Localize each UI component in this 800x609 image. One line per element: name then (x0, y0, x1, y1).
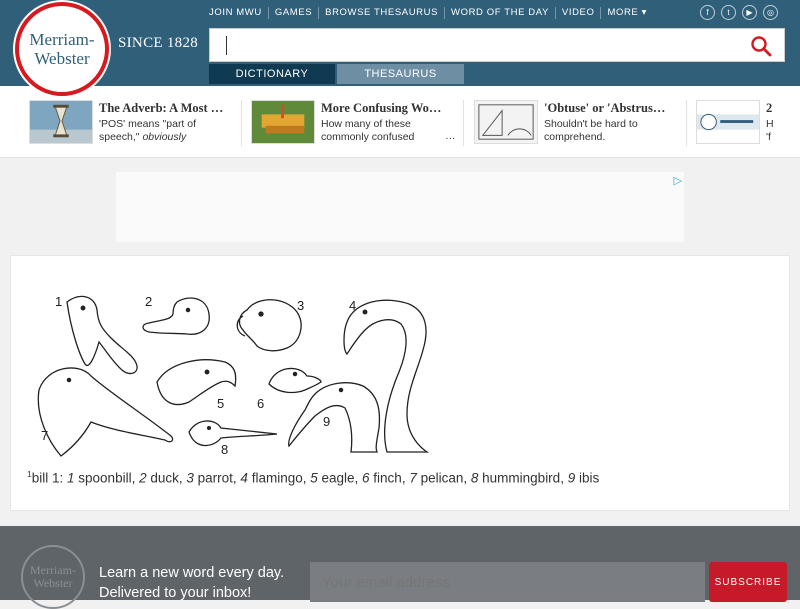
label-4: 4 (349, 298, 356, 313)
label-8: 8 (221, 442, 228, 457)
tab-thesaurus[interactable]: THESAURUS (337, 64, 464, 84)
youtube-icon[interactable]: ▶ (742, 5, 757, 20)
nav-join-mwu[interactable]: JOIN MWU (209, 7, 268, 19)
caption-part: pelican, (416, 470, 471, 486)
text-caret (226, 36, 227, 55)
pitch-line1: Learn a new word every day. (99, 565, 285, 581)
since-1828-tagline: SINCE 1828 (118, 35, 199, 51)
caption-part: hummingbird, (478, 470, 568, 486)
carousel-card[interactable]: 'Obtuse' or 'Abstrus… Shouldn't be hard … (474, 100, 679, 146)
card-subtitle: 'POS' means "part of speech," obviously (99, 118, 197, 143)
social-links: f t ▶ ◎ (700, 5, 778, 20)
caption-part: ibis (575, 470, 600, 486)
caption-part: 7 (409, 470, 417, 486)
card-title: 2 (766, 101, 773, 115)
carousel-card[interactable]: 2 H'f (696, 100, 800, 146)
nav-more[interactable]: MORE ▾ (600, 7, 653, 19)
hourglass-thumbnail (29, 100, 93, 144)
carousel-card[interactable]: More Confusing Wo… How many of these comm… (251, 100, 456, 146)
geometry-thumbnail (474, 100, 538, 144)
footer-logo-line2: Webster (33, 576, 73, 590)
parrot-head (238, 299, 302, 352)
label-3: 3 (297, 298, 304, 313)
top-nav: JOIN MWU GAMES BROWSE THESAURUS WORD OF … (209, 7, 653, 19)
logo-line2: Webster (34, 49, 90, 68)
mw-thumbnail (696, 100, 760, 144)
caption-text: bill 1: 1 spoonbill, 2 duck, 3 parrot, 4… (32, 471, 600, 486)
ibis-head (288, 382, 381, 453)
bricks-thumbnail (251, 100, 315, 144)
label-1: 1 (55, 294, 62, 309)
divider (463, 100, 464, 146)
card-subtitle: How many of these commonly confused… (321, 118, 456, 143)
search-icon[interactable] (750, 35, 772, 57)
card-title: 'Obtuse' or 'Abstrus… (544, 101, 666, 115)
email-field[interactable] (310, 562, 705, 602)
label-5: 5 (217, 396, 224, 411)
caption-part: flamingo, (247, 470, 311, 486)
merriam-webster-logo[interactable]: Merriam- Webster (15, 2, 109, 96)
caption-part: 5 (310, 470, 318, 486)
divider (686, 100, 687, 146)
facebook-icon[interactable]: f (700, 5, 715, 20)
caption-part: 1 (67, 470, 75, 486)
pelican-head (37, 367, 174, 457)
bird-bills-illustration: 1 2 3 4 5 6 7 8 9 (37, 294, 430, 457)
flamingo-neck (343, 299, 430, 453)
label-7: 7 (41, 428, 48, 443)
card-title: The Adverb: A Most … (99, 101, 224, 115)
tab-dictionary[interactable]: DICTIONARY (209, 64, 335, 84)
card-subtitle: H'f (766, 118, 774, 143)
nav-video[interactable]: VIDEO (554, 7, 601, 19)
label-9: 9 (323, 414, 330, 429)
advertisement-slot[interactable]: ▷ (116, 172, 684, 242)
caption-part: spoonbill, (74, 470, 140, 486)
twitter-icon[interactable]: t (721, 5, 736, 20)
caption-part: 4 (240, 470, 248, 486)
site-header: SINCE 1828 JOIN MWU GAMES BROWSE THESAUR… (0, 0, 800, 86)
label-2: 2 (145, 294, 152, 309)
spoonbill-head (66, 295, 138, 375)
instagram-icon[interactable]: ◎ (763, 5, 778, 20)
ad-choices-icon[interactable]: ▷ (674, 174, 682, 187)
caption-part: finch, (369, 470, 410, 486)
caption-part: 2 (139, 470, 147, 486)
figure-caption: 1bill 1: 1 spoonbill, 2 duck, 3 parrot, … (27, 469, 599, 486)
newsletter-footer: Merriam- Webster Learn a new word every … (0, 526, 800, 609)
caption-part: bill 1: (31, 470, 68, 486)
nav-games[interactable]: GAMES (267, 7, 318, 19)
label-6: 6 (257, 396, 264, 411)
article-carousel: The Adverb: A Most … 'POS' means "part o… (0, 86, 800, 158)
caption-part: eagle, (317, 470, 363, 486)
card-title: More Confusing Wo… (321, 101, 442, 115)
nav-word-of-the-day[interactable]: WORD OF THE DAY (444, 7, 555, 19)
hummingbird-head (188, 420, 278, 447)
logo-line1: Merriam- (29, 30, 95, 49)
carousel-card[interactable]: The Adverb: A Most … 'POS' means "part o… (29, 100, 234, 146)
bill-illustration-figure: 1 2 3 4 5 6 7 8 9 1bill 1: 1 spoonbill, … (10, 255, 790, 511)
duck-head (142, 297, 210, 335)
subscribe-button[interactable]: SUBSCRIBE (709, 562, 787, 602)
nav-browse-thesaurus[interactable]: BROWSE THESAURUS (318, 7, 444, 19)
card-subtitle: Shouldn't be hard to comprehend. (544, 118, 638, 143)
search-box[interactable] (209, 28, 785, 62)
divider (241, 100, 242, 146)
caption-part: parrot, (193, 470, 241, 486)
caption-part: 6 (362, 470, 370, 486)
search-tabs: DICTIONARY THESAURUS (209, 64, 464, 84)
newsletter-pitch: Learn a new word every day. Delivered to… (99, 563, 284, 603)
footer-logo[interactable]: Merriam- Webster (21, 545, 85, 609)
caption-part: duck, (146, 470, 187, 486)
caption-part: 3 (186, 470, 194, 486)
pitch-line2: Delivered to your inbox! (99, 585, 252, 601)
